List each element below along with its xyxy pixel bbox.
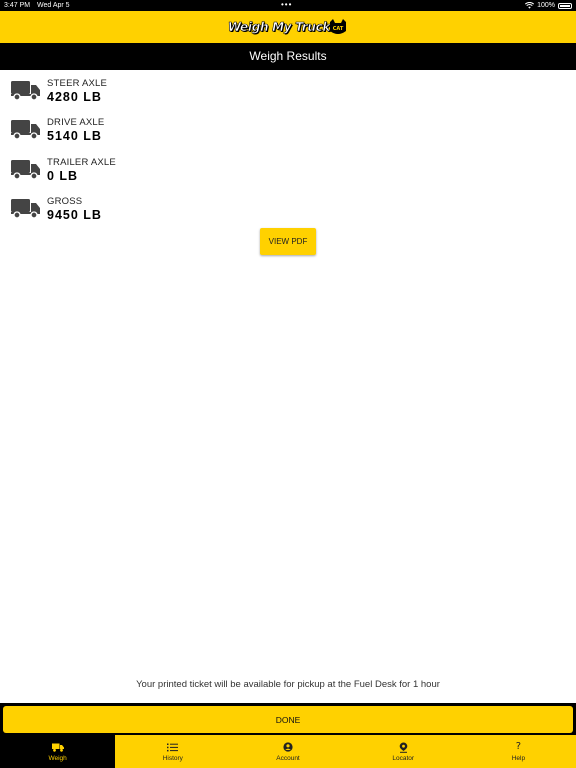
result-row-gross: GROSS 9450 LB <box>0 192 576 231</box>
weigh-results-list: STEER AXLE 4280 LB DRIVE AXLE 5140 LB TR… <box>0 74 576 231</box>
multitasking-dots-icon[interactable]: ••• <box>281 0 292 10</box>
result-value: 4280 LB <box>47 90 102 104</box>
truck-icon <box>11 120 40 140</box>
result-value: 9450 LB <box>47 207 102 222</box>
truck-icon <box>11 159 40 180</box>
result-value: 0 LB <box>47 168 79 183</box>
tab-weigh[interactable]: Weigh <box>0 735 116 768</box>
status-right: 100% <box>525 0 572 11</box>
tab-history[interactable]: History <box>115 735 230 768</box>
tab-account[interactable]: Account <box>230 735 345 768</box>
tab-bar: Weigh History Account Locator ? Help <box>0 735 576 768</box>
result-row-drive-axle: DRIVE AXLE 5140 LB <box>0 113 576 152</box>
wifi-icon <box>525 2 535 9</box>
truck-icon <box>51 741 64 753</box>
tab-label: History <box>162 755 183 762</box>
result-value: 5140 LB <box>47 129 102 144</box>
tab-help[interactable]: ? Help <box>461 735 576 768</box>
tab-label: Help <box>511 755 526 762</box>
battery-icon <box>558 2 572 9</box>
result-label: DRIVE AXLE <box>47 117 105 129</box>
status-bar: 3:47 PM Wed Apr 5 ••• 100% <box>0 0 576 11</box>
pickup-notice: Your printed ticket will be available fo… <box>136 679 440 690</box>
svg-text:CAT: CAT <box>333 26 344 32</box>
location-pin-icon <box>397 741 409 753</box>
tab-locator[interactable]: Locator <box>346 735 461 768</box>
tab-label: Locator <box>392 755 415 762</box>
result-row-steer-axle: STEER AXLE 4280 LB <box>0 74 576 113</box>
page-title: Weigh Results <box>0 43 576 70</box>
logo-text: Weigh My Truck <box>227 20 331 35</box>
tab-label: Weigh <box>48 755 67 762</box>
battery-percent: 100% <box>537 2 555 9</box>
status-time: 3:47 PM <box>4 2 31 9</box>
weigh-my-truck-logo: Weigh My Truck CAT <box>228 18 348 36</box>
status-date: Wed Apr 5 <box>37 2 70 9</box>
cat-logo-icon: CAT <box>330 19 347 34</box>
truck-icon <box>11 198 40 219</box>
done-button[interactable]: DONE <box>3 706 573 733</box>
truck-icon <box>11 81 40 101</box>
result-row-trailer-axle: TRAILER AXLE 0 LB <box>0 153 576 192</box>
user-icon <box>282 741 294 753</box>
result-label: GROSS <box>47 195 83 207</box>
question-icon: ? <box>515 741 522 752</box>
result-label: STEER AXLE <box>47 78 108 89</box>
tab-label: Account <box>276 755 300 762</box>
result-label: TRAILER AXLE <box>47 156 116 168</box>
done-bar: DONE <box>0 703 576 735</box>
view-pdf-button[interactable]: VIEW PDF <box>260 228 316 255</box>
app-header: Weigh My Truck CAT <box>0 11 576 43</box>
list-icon <box>167 741 179 753</box>
